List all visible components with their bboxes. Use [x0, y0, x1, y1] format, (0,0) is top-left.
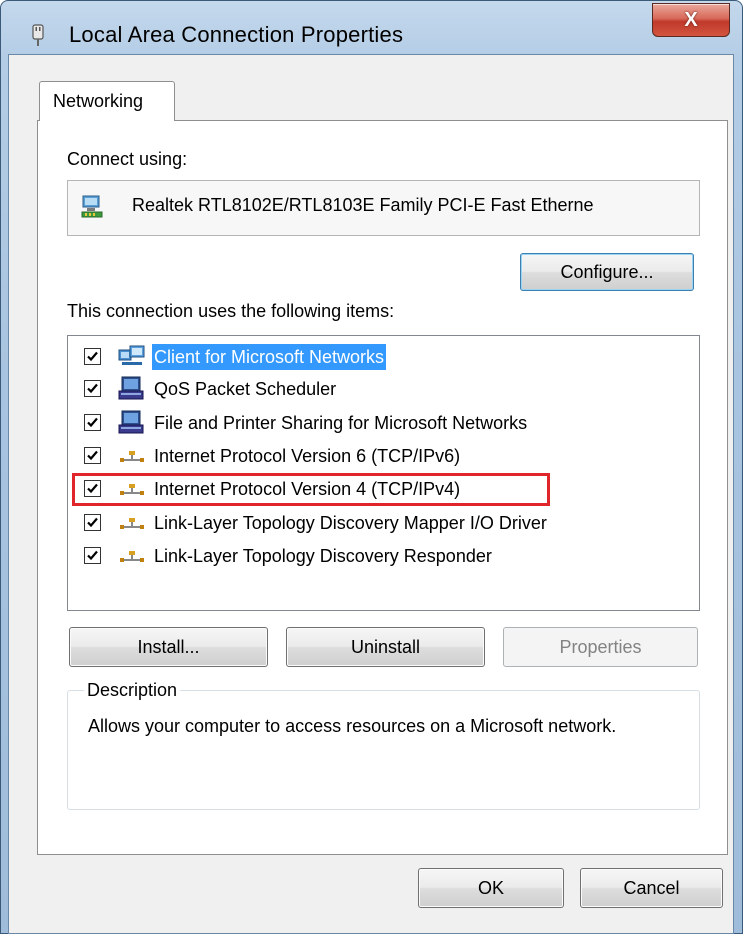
- item-label: Link-Layer Topology Discovery Responder: [154, 546, 492, 566]
- protocol-icon: [118, 543, 146, 569]
- item-label: Link-Layer Topology Discovery Mapper I/O…: [154, 513, 547, 533]
- ipv4-highlight-annotation: [72, 473, 550, 506]
- list-item-lltd-responder[interactable]: Link-Layer Topology Discovery Responder: [68, 539, 698, 571]
- item-checkbox[interactable]: [84, 514, 101, 531]
- properties-button[interactable]: Properties: [503, 627, 698, 667]
- configure-button[interactable]: Configure...: [520, 253, 694, 291]
- network-client-icon: [118, 344, 146, 370]
- list-item-ipv6[interactable]: Internet Protocol Version 6 (TCP/IPv6): [68, 439, 698, 471]
- cancel-button[interactable]: Cancel: [580, 868, 723, 908]
- items-list-label: This connection uses the following items…: [67, 301, 395, 321]
- list-item-qos-packet-scheduler[interactable]: QoS Packet Scheduler: [68, 372, 698, 404]
- list-item-lltd-mapper[interactable]: Link-Layer Topology Discovery Mapper I/O…: [68, 506, 698, 538]
- list-item-file-and-printer-sharing[interactable]: File and Printer Sharing for Microsoft N…: [68, 406, 698, 438]
- list-item-client-for-microsoft-networks[interactable]: Client for Microsoft Networks: [68, 340, 698, 372]
- connect-using-label: Connect using:: [67, 149, 188, 169]
- ok-button[interactable]: OK: [418, 868, 564, 908]
- install-button[interactable]: Install...: [69, 627, 268, 667]
- description-legend: Description: [84, 680, 181, 701]
- item-label: QoS Packet Scheduler: [154, 379, 337, 399]
- uninstall-button[interactable]: Uninstall: [286, 627, 485, 667]
- service-icon: [118, 376, 146, 402]
- network-adapter-icon: [81, 195, 103, 219]
- item-checkbox[interactable]: [84, 447, 101, 464]
- item-checkbox[interactable]: [84, 547, 101, 564]
- item-label: File and Printer Sharing for Microsoft N…: [154, 413, 528, 433]
- protocol-icon: [118, 510, 146, 536]
- description-text: Allows your computer to access resources…: [88, 716, 617, 736]
- tab-networking[interactable]: Networking: [39, 81, 175, 121]
- close-icon: X: [684, 8, 698, 31]
- item-label: Client for Microsoft Networks: [152, 344, 387, 370]
- window-title: Local Area Connection Properties: [69, 22, 404, 47]
- protocol-icon: [118, 443, 146, 469]
- network-connection-icon: [31, 23, 45, 47]
- close-button[interactable]: X: [652, 3, 730, 37]
- adapter-field: Realtek RTL8102E/RTL8103E Family PCI-E F…: [67, 180, 700, 236]
- adapter-name: Realtek RTL8102E/RTL8103E Family PCI-E F…: [132, 195, 594, 215]
- item-checkbox[interactable]: [84, 348, 101, 365]
- service-icon: [118, 410, 146, 436]
- description-groupbox: [67, 690, 700, 810]
- item-label: Internet Protocol Version 6 (TCP/IPv6): [154, 446, 461, 466]
- item-checkbox[interactable]: [84, 380, 101, 397]
- item-checkbox[interactable]: [84, 414, 101, 431]
